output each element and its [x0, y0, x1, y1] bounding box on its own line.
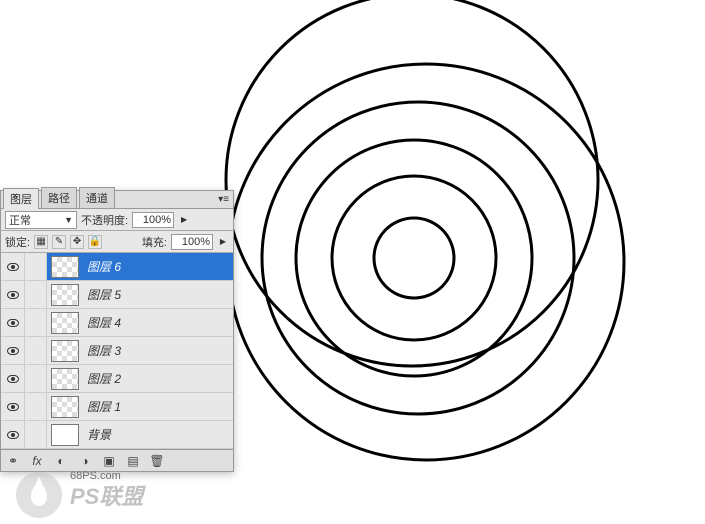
opacity-label: 不透明度:: [81, 212, 128, 228]
layer-link-slot[interactable]: [25, 337, 47, 364]
layer-link-slot[interactable]: [25, 393, 47, 420]
opacity-flyout-icon[interactable]: ▶: [178, 212, 190, 228]
fill-input[interactable]: 100%: [171, 234, 213, 250]
layer-name[interactable]: 图层 6: [87, 258, 121, 275]
layer-name[interactable]: 背景: [87, 426, 111, 443]
link-icon[interactable]: ⚭: [5, 453, 21, 469]
layer-thumbnail[interactable]: [51, 340, 79, 362]
layer-name[interactable]: 图层 5: [87, 286, 121, 303]
layer-link-slot[interactable]: [25, 309, 47, 336]
lock-pixels-icon[interactable]: ✎: [52, 235, 66, 249]
layer-thumbnail[interactable]: [51, 256, 79, 278]
lock-label: 锁定:: [5, 234, 30, 250]
fill-flyout-icon[interactable]: ▶: [217, 234, 229, 250]
layer-row[interactable]: 图层 6: [1, 253, 233, 281]
visibility-toggle[interactable]: [1, 253, 25, 280]
panel-footer: ⚭ fx ◐ ◑ ▣ ▤ 🗑: [1, 449, 233, 471]
layer-row[interactable]: 图层 5: [1, 281, 233, 309]
visibility-toggle[interactable]: [1, 365, 25, 392]
blend-opacity-row: 正常 ▼ 不透明度: 100% ▶: [1, 209, 233, 231]
trash-icon[interactable]: 🗑: [149, 453, 165, 469]
layer-row[interactable]: 图层 1: [1, 393, 233, 421]
fill-label: 填充:: [142, 234, 167, 250]
visibility-toggle[interactable]: [1, 281, 25, 308]
layer-name[interactable]: 图层 3: [87, 342, 121, 359]
new-layer-icon[interactable]: ▤: [125, 453, 141, 469]
tab-paths[interactable]: 路径: [41, 187, 77, 208]
lock-transparent-icon[interactable]: ▦: [34, 235, 48, 249]
visibility-toggle[interactable]: [1, 393, 25, 420]
layer-row[interactable]: 图层 3: [1, 337, 233, 365]
watermark-url: 68PS.com: [70, 470, 121, 482]
adjustment-icon[interactable]: ◑: [77, 453, 93, 469]
layers-panel: 图层× 路径 通道 ▾≡ 正常 ▼ 不透明度: 100% ▶ 锁定: ▦ ✎ ✥…: [0, 190, 234, 472]
panel-menu-icon[interactable]: ▾≡: [218, 194, 229, 205]
eye-icon: [7, 263, 19, 271]
fx-icon[interactable]: fx: [29, 453, 45, 469]
layer-thumbnail[interactable]: [51, 368, 79, 390]
layer-list: 图层 6 图层 5 图层 4 图层 3 图层 2 图层 1 背景: [1, 253, 233, 449]
layer-thumbnail[interactable]: [51, 424, 79, 446]
blend-mode-value: 正常: [9, 212, 31, 228]
layer-link-slot[interactable]: [25, 365, 47, 392]
eye-icon: [7, 431, 19, 439]
lock-all-icon[interactable]: 🔒: [88, 235, 102, 249]
layer-thumbnail[interactable]: [51, 284, 79, 306]
lock-position-icon[interactable]: ✥: [70, 235, 84, 249]
eye-icon: [7, 403, 19, 411]
layer-link-slot[interactable]: [25, 253, 47, 280]
eye-icon: [7, 319, 19, 327]
visibility-toggle[interactable]: [1, 337, 25, 364]
layer-row[interactable]: 图层 2: [1, 365, 233, 393]
layer-link-slot[interactable]: [25, 281, 47, 308]
tab-layers[interactable]: 图层×: [3, 188, 39, 209]
layer-link-slot[interactable]: [25, 421, 47, 448]
panel-tabs: 图层× 路径 通道 ▾≡: [1, 191, 233, 209]
lock-fill-row: 锁定: ▦ ✎ ✥ 🔒 填充: 100% ▶: [1, 231, 233, 253]
opacity-input[interactable]: 100%: [132, 212, 174, 228]
visibility-toggle[interactable]: [1, 421, 25, 448]
layer-thumbnail[interactable]: [51, 312, 79, 334]
blend-mode-select[interactable]: 正常 ▼: [5, 211, 77, 229]
eye-icon: [7, 375, 19, 383]
group-icon[interactable]: ▣: [101, 453, 117, 469]
mask-icon[interactable]: ◐: [53, 453, 69, 469]
layer-name[interactable]: 图层 1: [87, 398, 121, 415]
layer-row[interactable]: 背景: [1, 421, 233, 449]
eye-icon: [7, 347, 19, 355]
chevron-down-icon: ▼: [64, 215, 73, 225]
layer-name[interactable]: 图层 4: [87, 314, 121, 331]
layer-name[interactable]: 图层 2: [87, 370, 121, 387]
tab-channels[interactable]: 通道: [79, 187, 115, 208]
eye-icon: [7, 291, 19, 299]
layer-row[interactable]: 图层 4: [1, 309, 233, 337]
close-tab-icon[interactable]: ×: [12, 191, 18, 202]
visibility-toggle[interactable]: [1, 309, 25, 336]
layer-thumbnail[interactable]: [51, 396, 79, 418]
